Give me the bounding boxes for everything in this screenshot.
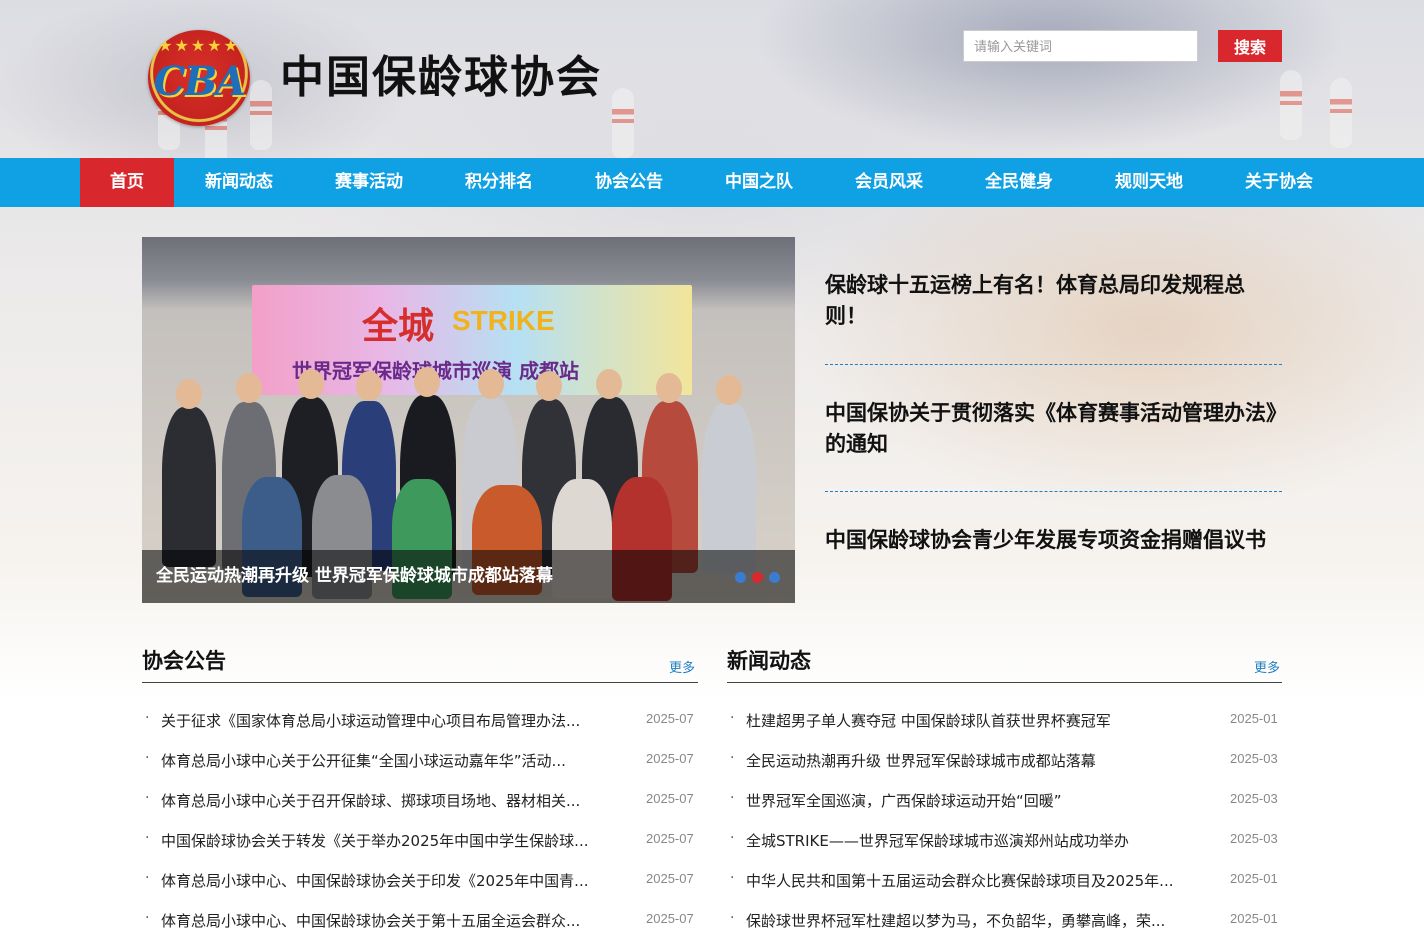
nav-item-national-team[interactable]: 中国之队	[694, 158, 824, 207]
list-item-title[interactable]: 全民运动热潮再升级 世界冠军保龄球城市成都站落幕	[746, 750, 1208, 771]
nav-item-rules[interactable]: 规则天地	[1084, 158, 1214, 207]
list-item-title[interactable]: 体育总局小球中心、中国保龄球协会关于第十五届全运会群众...	[161, 910, 621, 931]
search-input[interactable]	[963, 30, 1198, 62]
list-item-date: 2025-07	[646, 871, 694, 886]
list-item-title[interactable]: 中华人民共和国第十五届运动会群众比赛保龄球项目及2025年...	[746, 870, 1208, 891]
divider	[825, 491, 1282, 492]
headline-item[interactable]: 中国保龄球协会青少年发展专项资金捐赠倡议书	[825, 525, 1282, 556]
list-item-date: 2025-07	[646, 911, 694, 926]
star-icon: ★★★★★	[158, 36, 240, 55]
list-item[interactable]: · 保龄球世界杯冠军杜建超以梦为马，不负韶华，勇攀高峰，荣... 2025-01	[727, 910, 1282, 930]
banner-text: 全城	[362, 305, 435, 347]
nav-item-members[interactable]: 会员风采	[824, 158, 954, 207]
list-item-title[interactable]: 中国保龄球协会关于转发《关于举办2025年中国中学生保龄球...	[161, 830, 621, 851]
list-item[interactable]: · 体育总局小球中心关于公开征集“全国小球运动嘉年华”活动... 2025-07	[142, 750, 698, 770]
main-nav: 首页 新闻动态 赛事活动 积分排名 协会公告 中国之队 会员风采 全民健身 规则…	[0, 158, 1424, 207]
list-item-date: 2025-07	[646, 831, 694, 846]
list-item-date: 2025-07	[646, 751, 694, 766]
site-header: ★★★★★ CBA 中国保龄球协会 搜索	[0, 0, 1424, 158]
list-item[interactable]: · 中华人民共和国第十五届运动会群众比赛保龄球项目及2025年... 2025-…	[727, 870, 1282, 890]
slider-dot-2[interactable]	[752, 572, 763, 583]
divider	[142, 682, 698, 683]
list-item-date: 2025-07	[646, 711, 694, 726]
more-link[interactable]: 更多	[1254, 657, 1280, 676]
banner-text: STRIKE	[452, 305, 555, 336]
nav-item-rankings[interactable]: 积分排名	[434, 158, 564, 207]
list-item-title[interactable]: 体育总局小球中心关于公开征集“全国小球运动嘉年华”活动...	[161, 750, 621, 771]
list-item-date: 2025-03	[1230, 751, 1278, 766]
cba-logo-mark: CBA	[153, 58, 247, 105]
headline-item[interactable]: 保龄球十五运榜上有名！体育总局印发规程总则！	[825, 270, 1282, 332]
list-item[interactable]: · 全城STRIKE——世界冠军保龄球城市巡演郑州站成功举办 2025-03	[727, 830, 1282, 850]
panel-title: 新闻动态	[727, 649, 811, 673]
list-item-title[interactable]: 全城STRIKE——世界冠军保龄球城市巡演郑州站成功举办	[746, 830, 1208, 851]
list-item[interactable]: · 全民运动热潮再升级 世界冠军保龄球城市成都站落幕 2025-03	[727, 750, 1282, 770]
slide-caption-bar[interactable]: 全民运动热潮再升级 世界冠军保龄球城市成都站落幕	[142, 550, 795, 603]
list-item[interactable]: · 中国保龄球协会关于转发《关于举办2025年中国中学生保龄球... 2025-…	[142, 830, 698, 850]
list-item-date: 2025-03	[1230, 831, 1278, 846]
slider-dot-1[interactable]	[735, 572, 746, 583]
panel-title: 协会公告	[142, 649, 226, 673]
cba-logo-emblem[interactable]: ★★★★★ CBA	[148, 30, 250, 126]
list-item[interactable]: · 关于征求《国家体育总局小球运动管理中心项目布局管理办法... 2025-07	[142, 710, 698, 730]
list-item-date: 2025-01	[1230, 711, 1278, 726]
list-item[interactable]: · 体育总局小球中心、中国保龄球协会关于印发《2025年中国青... 2025-…	[142, 870, 698, 890]
slide-caption[interactable]: 全民运动热潮再升级 世界冠军保龄球城市成都站落幕	[156, 550, 553, 603]
list-item-date: 2025-07	[646, 791, 694, 806]
nav-item-events[interactable]: 赛事活动	[304, 158, 434, 207]
list-item[interactable]: · 世界冠军全国巡演，广西保龄球运动开始“回暖” 2025-03	[727, 790, 1282, 810]
divider	[727, 682, 1282, 683]
more-link[interactable]: 更多	[669, 657, 695, 676]
search-button[interactable]: 搜索	[1218, 30, 1282, 62]
list-item-title[interactable]: 世界冠军全国巡演，广西保龄球运动开始“回暖”	[746, 790, 1208, 811]
list-item-title[interactable]: 体育总局小球中心、中国保龄球协会关于印发《2025年中国青...	[161, 870, 621, 891]
nav-item-announcements[interactable]: 协会公告	[564, 158, 694, 207]
list-item-title[interactable]: 体育总局小球中心关于召开保龄球、掷球项目场地、器材相关...	[161, 790, 621, 811]
list-item-title[interactable]: 杜建超男子单人赛夺冠 中国保龄球队首获世界杯赛冠军	[746, 710, 1208, 731]
list-item-date: 2025-03	[1230, 791, 1278, 806]
nav-item-about[interactable]: 关于协会	[1214, 158, 1344, 207]
nav-item-news[interactable]: 新闻动态	[174, 158, 304, 207]
list-item-title[interactable]: 关于征求《国家体育总局小球运动管理中心项目布局管理办法...	[161, 710, 621, 731]
nav-item-fitness[interactable]: 全民健身	[954, 158, 1084, 207]
list-item[interactable]: · 体育总局小球中心关于召开保龄球、掷球项目场地、器材相关... 2025-07	[142, 790, 698, 810]
list-item[interactable]: · 杜建超男子单人赛夺冠 中国保龄球队首获世界杯赛冠军 2025-01	[727, 710, 1282, 730]
slider-dot-3[interactable]	[769, 572, 780, 583]
list-item[interactable]: · 体育总局小球中心、中国保龄球协会关于第十五届全运会群众... 2025-07	[142, 910, 698, 930]
site-title[interactable]: 中国保龄球协会	[280, 50, 602, 106]
list-item-date: 2025-01	[1230, 871, 1278, 886]
list-item-title[interactable]: 保龄球世界杯冠军杜建超以梦为马，不负韶华，勇攀高峰，荣...	[746, 910, 1208, 931]
headline-item[interactable]: 中国保协关于贯彻落实《体育赛事活动管理办法》的通知	[825, 398, 1282, 460]
featured-slider[interactable]: 全城 STRIKE 世界冠军保龄球城市巡演 成都站 全民运动热潮再升级 世界冠军…	[142, 237, 795, 603]
divider	[825, 364, 1282, 365]
list-item-date: 2025-01	[1230, 911, 1278, 926]
nav-item-home[interactable]: 首页	[80, 158, 174, 207]
